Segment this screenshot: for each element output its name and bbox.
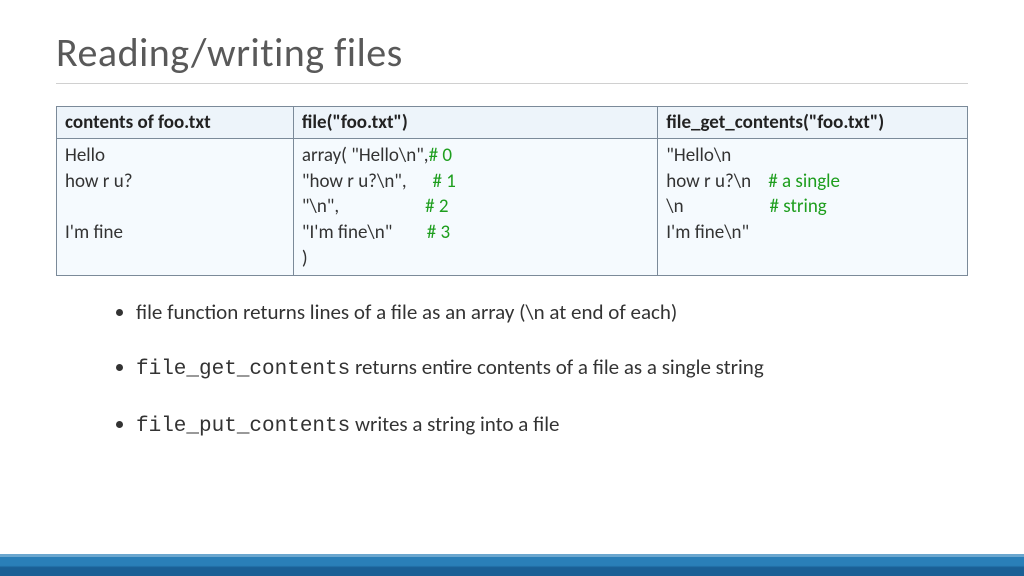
code-text: array( "Hello\n", <box>302 143 429 169</box>
table-header: contents of foo.txt <box>57 107 294 139</box>
code-text: \n <box>666 194 683 220</box>
code-text: how r u?\n <box>666 169 751 195</box>
file-line: Hello <box>65 143 285 169</box>
code-inline: file_get_contents <box>136 358 350 381</box>
comparison-table: contents of foo.txt file("foo.txt") file… <box>56 106 968 276</box>
table-header: file("foo.txt") <box>293 107 657 139</box>
file-line: I'm fine <box>65 220 285 246</box>
code-text: "\n", <box>302 194 339 220</box>
list-item: file function returns lines of a file as… <box>136 298 968 326</box>
footer-accent-bar <box>0 554 1024 576</box>
code-text: ) <box>302 246 308 272</box>
code-text: "I'm fine\n" <box>302 220 393 246</box>
table-cell-file-get-contents: "Hello\n how r u?\n # a single \n # stri… <box>658 139 968 276</box>
code-comment: # 1 <box>407 169 650 195</box>
code-comment: # 3 <box>392 220 649 246</box>
list-item: file_put_contents writes a string into a… <box>136 410 968 441</box>
bullet-list: file function returns lines of a file as… <box>56 298 968 441</box>
code-text: I'm fine\n" <box>666 220 749 246</box>
file-line: how r u? <box>65 169 285 195</box>
table-header: file_get_contents("foo.txt") <box>658 107 968 139</box>
code-comment: # 2 <box>339 194 649 220</box>
code-comment: # 0 <box>429 143 650 169</box>
code-text: "Hello\n <box>666 143 731 169</box>
code-comment: # a single <box>751 169 959 195</box>
table-cell-contents: Hello how r u? I'm fine <box>57 139 294 276</box>
code-comment: # string <box>684 194 959 220</box>
code-inline: file_put_contents <box>136 415 350 438</box>
code-text: "how r u?\n", <box>302 169 407 195</box>
slide-title: Reading/writing files <box>56 28 968 84</box>
file-line <box>65 194 285 220</box>
file-line <box>65 246 285 272</box>
table-cell-file-array: array( "Hello\n",# 0 "how r u?\n", # 1 "… <box>293 139 657 276</box>
list-item: file_get_contents returns entire content… <box>136 353 968 384</box>
